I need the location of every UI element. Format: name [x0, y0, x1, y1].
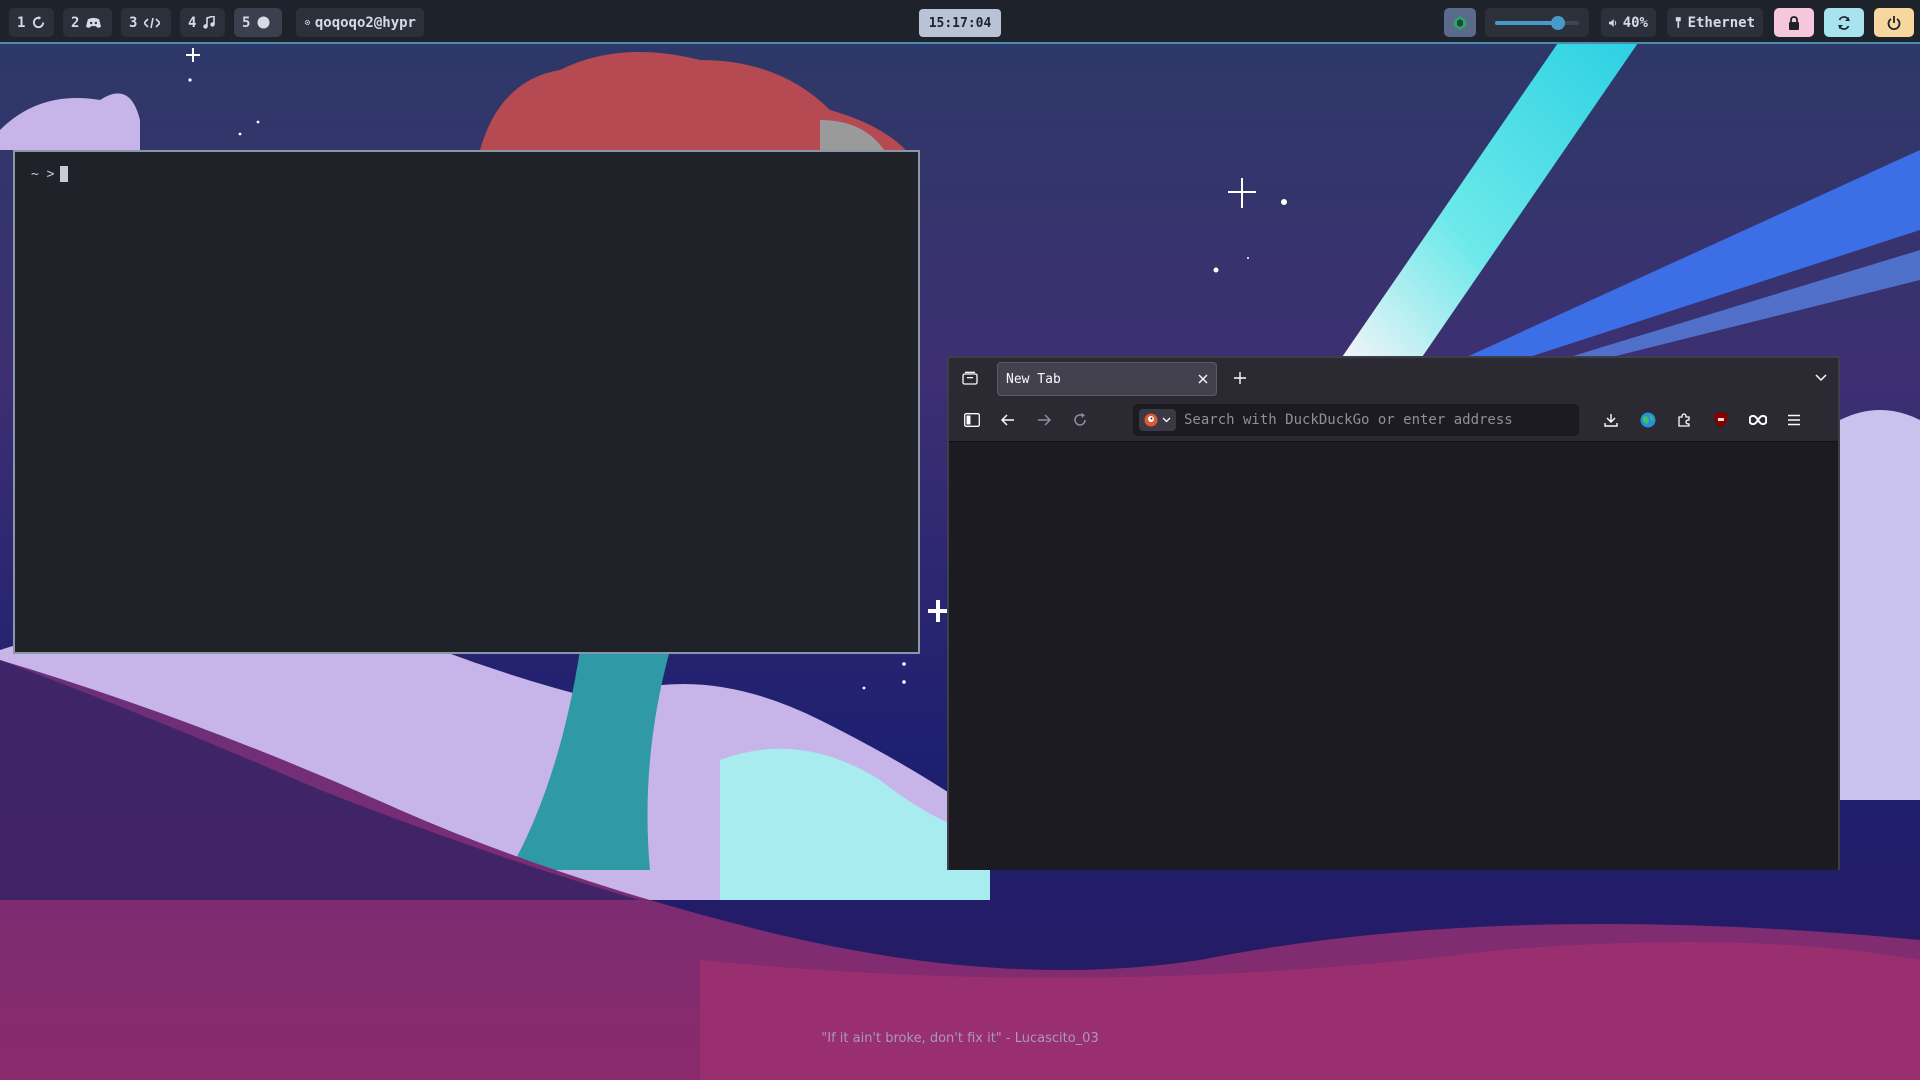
reload-button[interactable]: [1069, 409, 1091, 431]
nav-toolbar: [949, 398, 1838, 442]
refresh-button[interactable]: [1824, 8, 1864, 37]
circle-icon: [257, 16, 270, 29]
duckduckgo-icon: [1144, 413, 1158, 427]
infinity-mask-icon: [1749, 415, 1767, 425]
hamburger-menu-icon: [1788, 414, 1800, 426]
back-arrow-icon: [1001, 414, 1014, 426]
slider-knob: [1551, 15, 1565, 30]
discord-icon: [86, 17, 102, 28]
workspace-2-button[interactable]: 2: [63, 8, 112, 37]
terminal-prompt-line: ~ >: [31, 166, 69, 182]
power-button[interactable]: [1874, 8, 1914, 37]
terminal-window[interactable]: ~ >: [13, 150, 920, 654]
globe-icon: [1640, 412, 1656, 428]
extension-globe-button[interactable]: [1637, 409, 1659, 431]
clock[interactable]: 15:17:04: [919, 9, 1001, 37]
workspace-number: 4: [188, 14, 197, 31]
refresh-icon: [1838, 15, 1850, 30]
url-bar[interactable]: [1133, 404, 1579, 436]
tray-app-icon: [1454, 15, 1466, 30]
workspace-number: 5: [242, 14, 251, 31]
lock-icon: [1789, 15, 1799, 30]
plus-icon: [1234, 372, 1246, 384]
music-note-icon: [203, 16, 216, 29]
workspace-1-button[interactable]: 1: [9, 8, 54, 37]
back-button[interactable]: [997, 409, 1019, 431]
reload-icon: [1074, 413, 1086, 426]
firefox-view-icon: [962, 371, 978, 385]
forward-arrow-icon: [1038, 414, 1051, 426]
new-tab-button[interactable]: [1229, 367, 1251, 389]
tab-strip: New Tab: [949, 358, 1838, 398]
user-host-label[interactable]: qoqoqo2@hypr: [296, 8, 424, 37]
power-icon: [1887, 15, 1901, 30]
gear-icon: [304, 19, 311, 26]
close-icon: [1198, 374, 1208, 384]
lock-button[interactable]: [1774, 8, 1814, 37]
workspace-5-button[interactable]: 5: [234, 8, 282, 37]
wallpaper-quote: "If it ain't broke, don't fix it" - Luca…: [821, 1031, 1099, 1046]
sidebar-icon: [964, 413, 980, 427]
tab-title: New Tab: [1006, 371, 1061, 387]
volume-level: 40%: [1622, 14, 1648, 31]
speaker-icon: [1609, 18, 1617, 27]
browser-content-area[interactable]: [949, 443, 1838, 870]
top-bar: 1 2 3 4 5 qoqoqo2@hypr 15:17:04 40% Ethe…: [0, 0, 1920, 44]
terminal-prompt: ~ >: [31, 166, 55, 182]
list-all-tabs-button[interactable]: [1810, 367, 1832, 389]
chevron-down-icon: [1162, 417, 1171, 423]
sidebar-button[interactable]: [961, 409, 983, 431]
download-icon: [1604, 414, 1618, 427]
url-input[interactable]: [1184, 412, 1574, 428]
user-host-text: qoqoqo2@hypr: [314, 14, 416, 31]
menu-button[interactable]: [1783, 409, 1805, 431]
chevron-down-icon: [1815, 374, 1827, 382]
volume-button[interactable]: 40%: [1601, 8, 1656, 37]
clock-time: 15:17:04: [928, 15, 992, 31]
search-engine-button[interactable]: [1139, 409, 1176, 431]
power-cycle-icon: [33, 16, 45, 29]
network-label: Ethernet: [1687, 14, 1755, 31]
ublock-origin-button[interactable]: [1710, 409, 1732, 431]
ublock-origin-icon: [1714, 412, 1728, 428]
extensions-button[interactable]: [1673, 409, 1695, 431]
workspace-3-button[interactable]: 3: [121, 8, 171, 37]
workspace-number: 3: [129, 14, 138, 31]
workspace-number: 2: [71, 14, 80, 31]
firefox-view-button[interactable]: [959, 367, 981, 389]
puzzle-icon: [1678, 413, 1690, 427]
browser-window: New Tab: [947, 356, 1840, 870]
private-browsing-button[interactable]: [1747, 409, 1769, 431]
forward-button[interactable]: [1033, 409, 1055, 431]
terminal-cursor: [60, 166, 69, 182]
ethernet-icon: [1675, 17, 1681, 28]
tab-new-tab[interactable]: New Tab: [997, 362, 1217, 396]
tray-app-button[interactable]: [1444, 8, 1476, 37]
downloads-button[interactable]: [1600, 409, 1622, 431]
brightness-slider[interactable]: [1485, 8, 1589, 37]
code-icon: [144, 17, 161, 28]
close-tab-button[interactable]: [1198, 374, 1208, 384]
slider-track: [1495, 15, 1579, 30]
workspace-4-button[interactable]: 4: [180, 8, 225, 37]
network-button[interactable]: Ethernet: [1667, 8, 1763, 37]
workspace-number: 1: [17, 14, 26, 31]
